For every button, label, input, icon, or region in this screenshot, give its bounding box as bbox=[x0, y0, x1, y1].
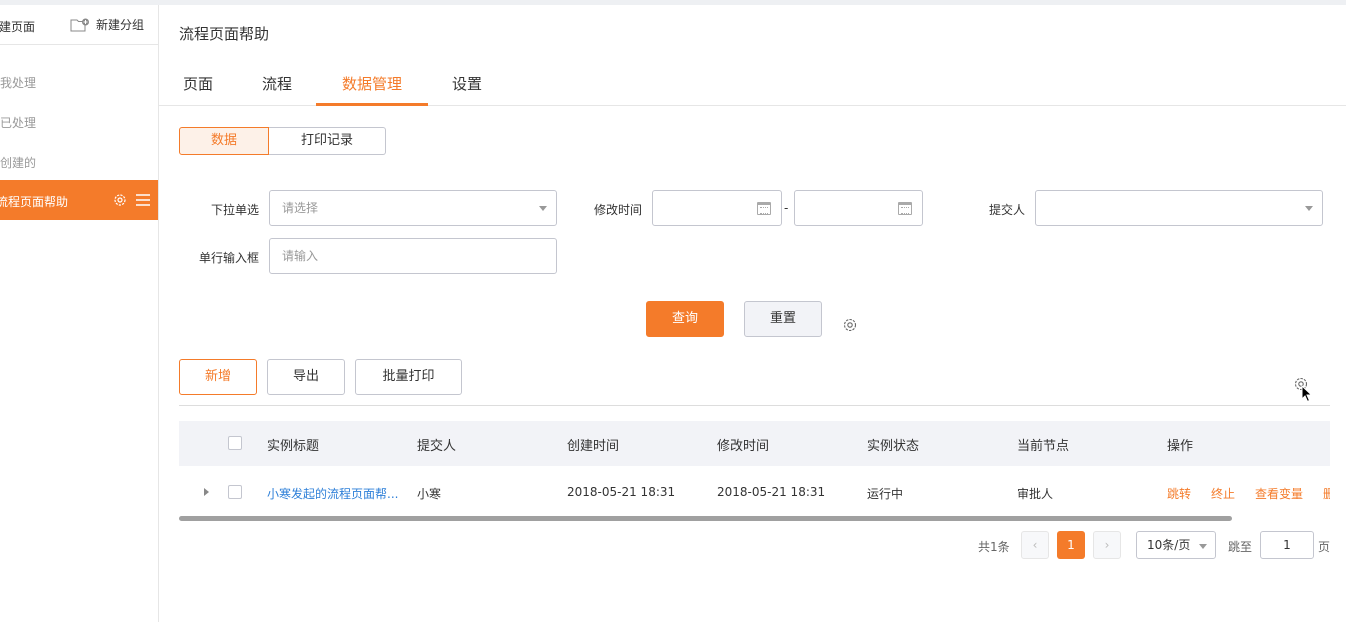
add-button[interactable]: 新增 bbox=[179, 359, 257, 395]
column-header: 提交人 bbox=[417, 439, 457, 454]
main-content: 流程页面帮助 页面 流程 数据管理 设置 数据 打印记录 下拉单选 请选择 修改… bbox=[159, 5, 1346, 622]
new-group-label: 新建分组 bbox=[96, 18, 145, 32]
menu-icon[interactable] bbox=[135, 193, 151, 207]
submitter-select[interactable] bbox=[1035, 190, 1323, 226]
chevron-down-icon bbox=[1305, 206, 1313, 211]
delete-action-link[interactable]: 删 bbox=[1323, 485, 1330, 502]
column-header: 实例状态 bbox=[867, 439, 920, 454]
column-header: 实例标题 bbox=[267, 439, 320, 454]
sidebar: 新建页面 新建分组 待我处理 我已处理 我创建的 流程页面帮助 bbox=[0, 5, 159, 622]
current-node-cell: 审批人 bbox=[1017, 487, 1054, 501]
page-unit-label: 页 bbox=[1318, 540, 1331, 554]
text-input[interactable]: 请输入 bbox=[269, 238, 557, 274]
sidebar-item-active[interactable]: 流程页面帮助 bbox=[0, 180, 158, 220]
mouse-cursor-icon bbox=[1301, 385, 1313, 403]
folder-add-icon bbox=[70, 18, 89, 31]
sidebar-item-active-label: 流程页面帮助 bbox=[0, 195, 69, 209]
dropdown-select[interactable]: 请选择 bbox=[269, 190, 557, 226]
segment-data[interactable]: 数据 bbox=[179, 127, 269, 155]
segment-print-log[interactable]: 打印记录 bbox=[269, 127, 386, 155]
chevron-down-icon bbox=[1199, 544, 1207, 549]
jump-page-input[interactable]: 1 bbox=[1260, 531, 1314, 559]
page-1-button[interactable]: 1 bbox=[1057, 531, 1085, 559]
text-input-placeholder: 请输入 bbox=[282, 249, 319, 263]
select-all-checkbox[interactable] bbox=[228, 436, 242, 450]
sidebar-item-done[interactable]: 我已处理 bbox=[0, 114, 36, 131]
export-button[interactable]: 导出 bbox=[267, 359, 345, 395]
dropdown-label: 下拉单选 bbox=[211, 203, 260, 217]
page-size-select[interactable]: 10条/页 bbox=[1136, 531, 1216, 559]
sidebar-item-todo[interactable]: 待我处理 bbox=[0, 74, 36, 91]
total-count: 共1条 bbox=[978, 540, 1010, 554]
submitter-label: 提交人 bbox=[989, 203, 1026, 217]
new-group-button[interactable]: 新建分组 bbox=[70, 16, 144, 33]
modified-time-label: 修改时间 bbox=[594, 203, 643, 217]
terminate-action-link[interactable]: 终止 bbox=[1211, 485, 1235, 502]
prev-page-button[interactable]: ‹ bbox=[1021, 531, 1049, 559]
next-page-button[interactable]: › bbox=[1093, 531, 1121, 559]
instance-title-link[interactable]: 小寒发起的流程页面帮... bbox=[267, 485, 398, 502]
tab-page[interactable]: 页面 bbox=[181, 73, 215, 106]
column-header: 当前节点 bbox=[1017, 439, 1070, 454]
text-input-label: 单行输入框 bbox=[199, 251, 260, 265]
table-header: 实例标题 提交人 创建时间 修改时间 实例状态 当前节点 操作 bbox=[179, 421, 1330, 466]
date-end-input[interactable] bbox=[794, 190, 923, 226]
reset-button[interactable]: 重置 bbox=[744, 301, 822, 337]
tab-bar: 页面 流程 数据管理 设置 bbox=[159, 65, 1346, 106]
divider bbox=[179, 405, 1330, 406]
dropdown-placeholder: 请选择 bbox=[282, 201, 319, 215]
tab-data-management[interactable]: 数据管理 bbox=[316, 73, 428, 106]
expand-row-icon[interactable] bbox=[204, 488, 209, 496]
query-button[interactable]: 查询 bbox=[646, 301, 724, 337]
column-header: 操作 bbox=[1167, 439, 1194, 454]
tab-settings[interactable]: 设置 bbox=[450, 73, 484, 106]
sidebar-item-created[interactable]: 我创建的 bbox=[0, 154, 36, 171]
modified-time-cell: 2018-05-21 18:31 bbox=[717, 485, 826, 499]
table-row: 小寒发起的流程页面帮... 小寒 2018-05-21 18:31 2018-0… bbox=[179, 466, 1330, 518]
jump-action-link[interactable]: 跳转 bbox=[1167, 485, 1191, 502]
tab-process[interactable]: 流程 bbox=[260, 73, 294, 106]
column-header: 修改时间 bbox=[717, 439, 770, 454]
date-start-input[interactable] bbox=[652, 190, 782, 226]
view-switch: 数据 打印记录 bbox=[179, 127, 386, 155]
sidebar-toolbar: 新建页面 新建分组 bbox=[0, 5, 158, 45]
calendar-icon bbox=[757, 202, 771, 215]
new-page-button[interactable]: 新建页面 bbox=[0, 18, 35, 35]
chevron-down-icon bbox=[539, 206, 547, 211]
horizontal-scrollbar[interactable] bbox=[179, 516, 1232, 521]
calendar-icon bbox=[898, 202, 912, 215]
range-separator: - bbox=[784, 201, 789, 215]
column-header: 创建时间 bbox=[567, 439, 620, 454]
status-cell: 运行中 bbox=[867, 487, 904, 501]
filter-settings-gear-icon[interactable] bbox=[842, 317, 858, 333]
row-checkbox[interactable] bbox=[228, 485, 242, 499]
view-variables-action-link[interactable]: 查看变量 bbox=[1255, 485, 1303, 502]
batch-print-button[interactable]: 批量打印 bbox=[355, 359, 462, 395]
jump-label: 跳至 bbox=[1228, 540, 1253, 554]
gear-icon[interactable] bbox=[112, 192, 128, 208]
submitter-cell: 小寒 bbox=[417, 487, 442, 501]
created-time-cell: 2018-05-21 18:31 bbox=[567, 485, 676, 499]
page-size-value: 10条/页 bbox=[1147, 538, 1191, 552]
page-title: 流程页面帮助 bbox=[179, 25, 270, 43]
